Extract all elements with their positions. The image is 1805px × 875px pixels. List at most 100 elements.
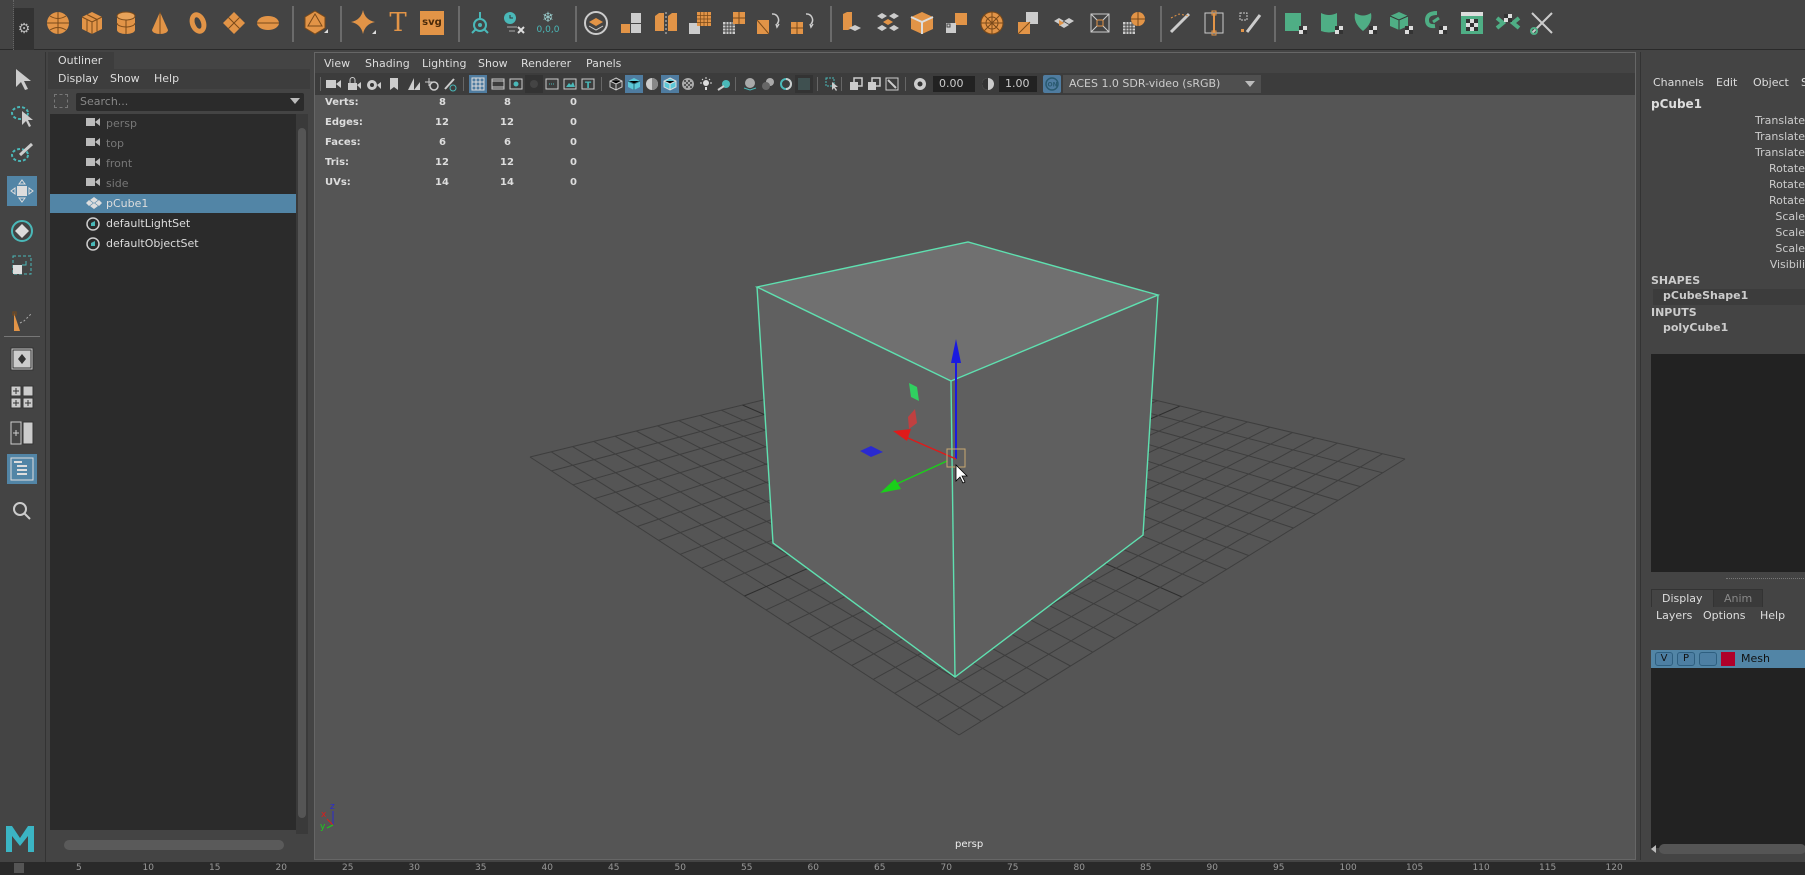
separate-icon[interactable] [618, 9, 646, 37]
channel-box-menu-object[interactable]: Object [1753, 76, 1789, 89]
attr-scale-y[interactable]: Scale [1775, 226, 1805, 239]
channel-box-menu-show[interactable]: S [1801, 76, 1805, 89]
layer-visibility-toggle[interactable]: V [1655, 652, 1673, 666]
outliner-menu-show[interactable]: Show [110, 72, 140, 85]
select-tool-icon[interactable] [7, 64, 37, 94]
layer-menu-options[interactable]: Options [1703, 609, 1745, 622]
outliner-item[interactable]: persp [50, 114, 296, 133]
poly-disc-icon[interactable] [254, 9, 282, 37]
channel-box-object-name[interactable]: pCube1 [1651, 97, 1702, 111]
film-gate-icon[interactable] [489, 75, 507, 93]
outliner-menu-help[interactable]: Help [154, 72, 179, 85]
search-dropdown-icon[interactable] [290, 98, 300, 104]
sculpt-icon[interactable] [1120, 9, 1148, 37]
use-all-lights-icon[interactable] [697, 75, 715, 93]
uv-unfold-icon[interactable] [1422, 9, 1450, 37]
shadows-icon[interactable] [715, 75, 733, 93]
insert-edge-loop-icon[interactable] [1200, 9, 1228, 37]
lock-camera-icon[interactable] [345, 75, 363, 93]
xray-icon[interactable] [679, 75, 697, 93]
color-space-select[interactable]: ACES 1.0 SDR-video (sRGB) [1063, 75, 1261, 93]
outliner-item[interactable]: front [50, 154, 296, 173]
attr-translate-y[interactable]: Translate [1755, 130, 1805, 143]
center-pivot-icon[interactable] [466, 9, 494, 37]
layer-editor-horizontal-scrollbar[interactable] [1651, 842, 1805, 856]
outliner-item[interactable]: side [50, 174, 296, 193]
layer-name[interactable]: Mesh [1741, 652, 1770, 665]
shelf-gripper[interactable] [0, 0, 14, 50]
scale-tool-icon[interactable] [7, 250, 37, 280]
3d-viewport[interactable]: z x y Verts: 8 8 0 Edges: 12 12 0 Faces:… [315, 95, 1635, 859]
outliner-tab[interactable]: Outliner [48, 52, 114, 69]
screen-space-ao-icon[interactable] [741, 75, 759, 93]
safe-action-icon[interactable] [561, 75, 579, 93]
attr-scale-z[interactable]: Scale [1775, 242, 1805, 255]
grid-toggle-icon[interactable] [469, 75, 487, 93]
xray-active-components-icon[interactable] [847, 75, 865, 93]
remesh-icon[interactable] [754, 9, 782, 37]
grease-pencil-icon[interactable] [441, 75, 459, 93]
channel-box-menu-channels[interactable]: Channels [1653, 76, 1704, 89]
xray-joints-icon[interactable] [865, 75, 883, 93]
wireframe-on-shaded-icon[interactable] [661, 75, 679, 93]
retopo-icon[interactable] [788, 9, 816, 37]
outliner-persp-layout-icon[interactable] [7, 454, 37, 484]
attr-visibility[interactable]: Visibili [1770, 258, 1805, 271]
gate-mask-icon[interactable] [525, 75, 543, 93]
filter-icon[interactable] [54, 94, 68, 108]
layer-menu-help[interactable]: Help [1760, 609, 1785, 622]
connect-tool-icon[interactable] [1236, 9, 1264, 37]
anti-aliasing-icon[interactable] [777, 75, 795, 93]
outliner-search-input[interactable]: Search... [76, 93, 304, 111]
shape-node[interactable]: pCubeShape1 [1653, 289, 1805, 305]
uv-auto-icon[interactable] [1388, 9, 1416, 37]
boolean-icon[interactable] [1014, 9, 1042, 37]
type-text-icon[interactable]: T [384, 8, 412, 38]
uv-editor-icon[interactable] [1458, 9, 1486, 37]
poly-torus-icon[interactable] [184, 9, 212, 37]
reduce-icon[interactable] [720, 9, 748, 37]
mirror-icon[interactable] [652, 9, 680, 37]
scene-canvas[interactable]: z x y [315, 95, 1635, 859]
uv-planar-icon[interactable] [1282, 9, 1310, 37]
image-plane-icon[interactable] [405, 75, 423, 93]
uv-spherical-icon[interactable] [1352, 9, 1380, 37]
layer-row[interactable]: V P Mesh [1651, 650, 1805, 668]
safe-title-icon[interactable]: T [579, 75, 597, 93]
super-shape-icon[interactable] [350, 9, 378, 37]
camera-based-selection-icon[interactable] [883, 75, 901, 93]
rotate-tool-icon[interactable] [7, 216, 37, 246]
default-material-icon[interactable] [643, 75, 661, 93]
layer-color-swatch[interactable] [1721, 652, 1735, 666]
attr-rotate-z[interactable]: Rotate [1769, 194, 1805, 207]
multi-cut-icon[interactable] [1050, 9, 1078, 37]
motion-blur-icon[interactable] [759, 75, 777, 93]
uv-cut-icon[interactable] [1528, 9, 1556, 37]
viewport-menu-panels[interactable]: Panels [586, 57, 621, 70]
extrude-icon[interactable] [838, 9, 866, 37]
color-management-toggle[interactable]: ON [1043, 75, 1061, 93]
combine-icon[interactable] [582, 9, 610, 37]
attr-translate-x[interactable]: Translate [1755, 114, 1805, 127]
outliner-item[interactable]: top [50, 134, 296, 153]
resolution-gate-icon[interactable] [507, 75, 525, 93]
layer-playback-toggle[interactable]: P [1677, 652, 1695, 666]
outliner-horizontal-scrollbar[interactable] [50, 838, 296, 852]
scrollbar-thumb[interactable] [64, 840, 284, 850]
viewport-menu-shading[interactable]: Shading [365, 57, 410, 70]
svg-tool-icon[interactable]: svg [418, 9, 446, 37]
platonic-solid-icon[interactable] [302, 9, 330, 37]
viewport-menu-renderer[interactable]: Renderer [521, 57, 571, 70]
viewport-menu-lighting[interactable]: Lighting [422, 57, 466, 70]
scrollbar-thumb[interactable] [298, 128, 306, 818]
wireframe-icon[interactable] [607, 75, 625, 93]
bridge-icon[interactable] [908, 9, 936, 37]
gamma-field[interactable]: 1.00 [999, 76, 1037, 92]
quad-draw-icon[interactable] [1086, 9, 1114, 37]
single-pane-layout-icon[interactable] [7, 344, 37, 374]
layer-menu-layers[interactable]: Layers [1656, 609, 1692, 622]
gamma-icon[interactable] [979, 75, 997, 93]
poly-cube-icon[interactable] [78, 9, 106, 37]
search-icon[interactable] [7, 496, 37, 526]
viewport-menu-view[interactable]: View [324, 57, 350, 70]
